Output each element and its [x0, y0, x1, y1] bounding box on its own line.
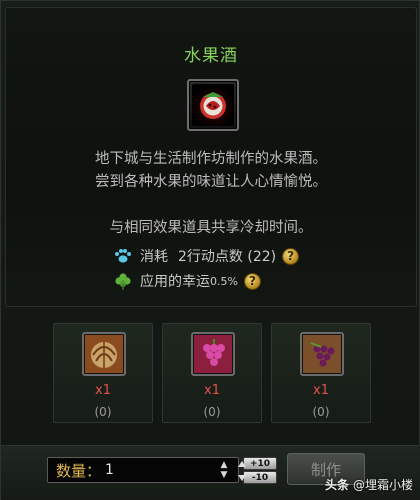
materials-list: x1 (0) x1 (0) x1 (0)	[53, 323, 371, 423]
cost-row: 消耗 2行动点数 (22) ?	[114, 246, 300, 266]
quantity-stepper[interactable]: ▲ ▼	[216, 458, 232, 482]
minus-ten-button[interactable]: -10	[238, 471, 277, 484]
luck-value: 0.5%	[210, 274, 238, 288]
stepper-up-icon[interactable]: ▲	[221, 460, 228, 470]
material-owned: (0)	[203, 405, 221, 419]
fruit-wine-icon	[192, 84, 234, 126]
cost-value: 2行动点数 (22)	[178, 249, 277, 265]
material-slot[interactable]	[191, 332, 235, 376]
luck-label: 应用的幸运	[140, 274, 210, 290]
material-card[interactable]: x1 (0)	[162, 323, 262, 423]
help-icon[interactable]: ?	[243, 272, 261, 290]
material-owned: (0)	[312, 405, 330, 419]
quantity-field[interactable]: 数量： 1	[47, 457, 239, 483]
quantity-value: 1	[105, 462, 114, 478]
paw-icon	[115, 249, 131, 263]
item-description: 地下城与生活制作坊制作的水果酒。 尝到各种水果的味道让人心情愉悦。 与相同效果道…	[6, 148, 416, 240]
material-slot[interactable]	[300, 332, 344, 376]
material-owned: (0)	[94, 405, 112, 419]
cost-label: 消耗	[140, 249, 168, 265]
clover-icon	[115, 273, 131, 290]
quantity-label: 数量：	[56, 461, 102, 480]
melon-icon	[85, 335, 123, 373]
watermark-head: 头条	[324, 478, 349, 492]
description-line: 与相同效果道具共享冷却时间。	[109, 220, 313, 236]
material-card[interactable]: x1 (0)	[271, 323, 371, 423]
watermark-handle: @埋霜小楼	[352, 478, 413, 492]
berry-cluster-icon	[303, 335, 341, 373]
item-title: 水果酒	[184, 46, 238, 66]
material-slot[interactable]	[82, 332, 126, 376]
description-line: 地下城与生活制作坊制作的水果酒。	[95, 151, 327, 167]
item-info-panel: 水果酒 地下城与生活制作坊制作的水果酒。 尝到各种水果的味道让人心情愉悦。 与相…	[5, 7, 417, 307]
plus-ten-button[interactable]: +10	[238, 457, 277, 470]
item-slot[interactable]	[187, 79, 239, 131]
help-icon[interactable]: ?	[282, 247, 300, 265]
material-card[interactable]: x1 (0)	[53, 323, 153, 423]
material-qty: x1	[204, 383, 220, 398]
craft-bar: 数量： 1 ▲ ▼ +10 -10 制作 头条 @埋霜小楼	[1, 445, 420, 500]
description-line: 尝到各种水果的味道让人心情愉悦。	[95, 174, 327, 190]
crafting-window: 水果酒 地下城与生活制作坊制作的水果酒。 尝到各种水果的味道让人心情愉悦。 与相…	[0, 0, 420, 500]
material-qty: x1	[313, 383, 329, 398]
stepper-down-icon[interactable]: ▼	[221, 470, 228, 480]
watermark: 头条 @埋霜小楼	[325, 476, 413, 493]
grape-icon	[194, 335, 232, 373]
material-qty: x1	[95, 383, 111, 398]
luck-row: 应用的幸运 0.5% ?	[114, 271, 261, 291]
